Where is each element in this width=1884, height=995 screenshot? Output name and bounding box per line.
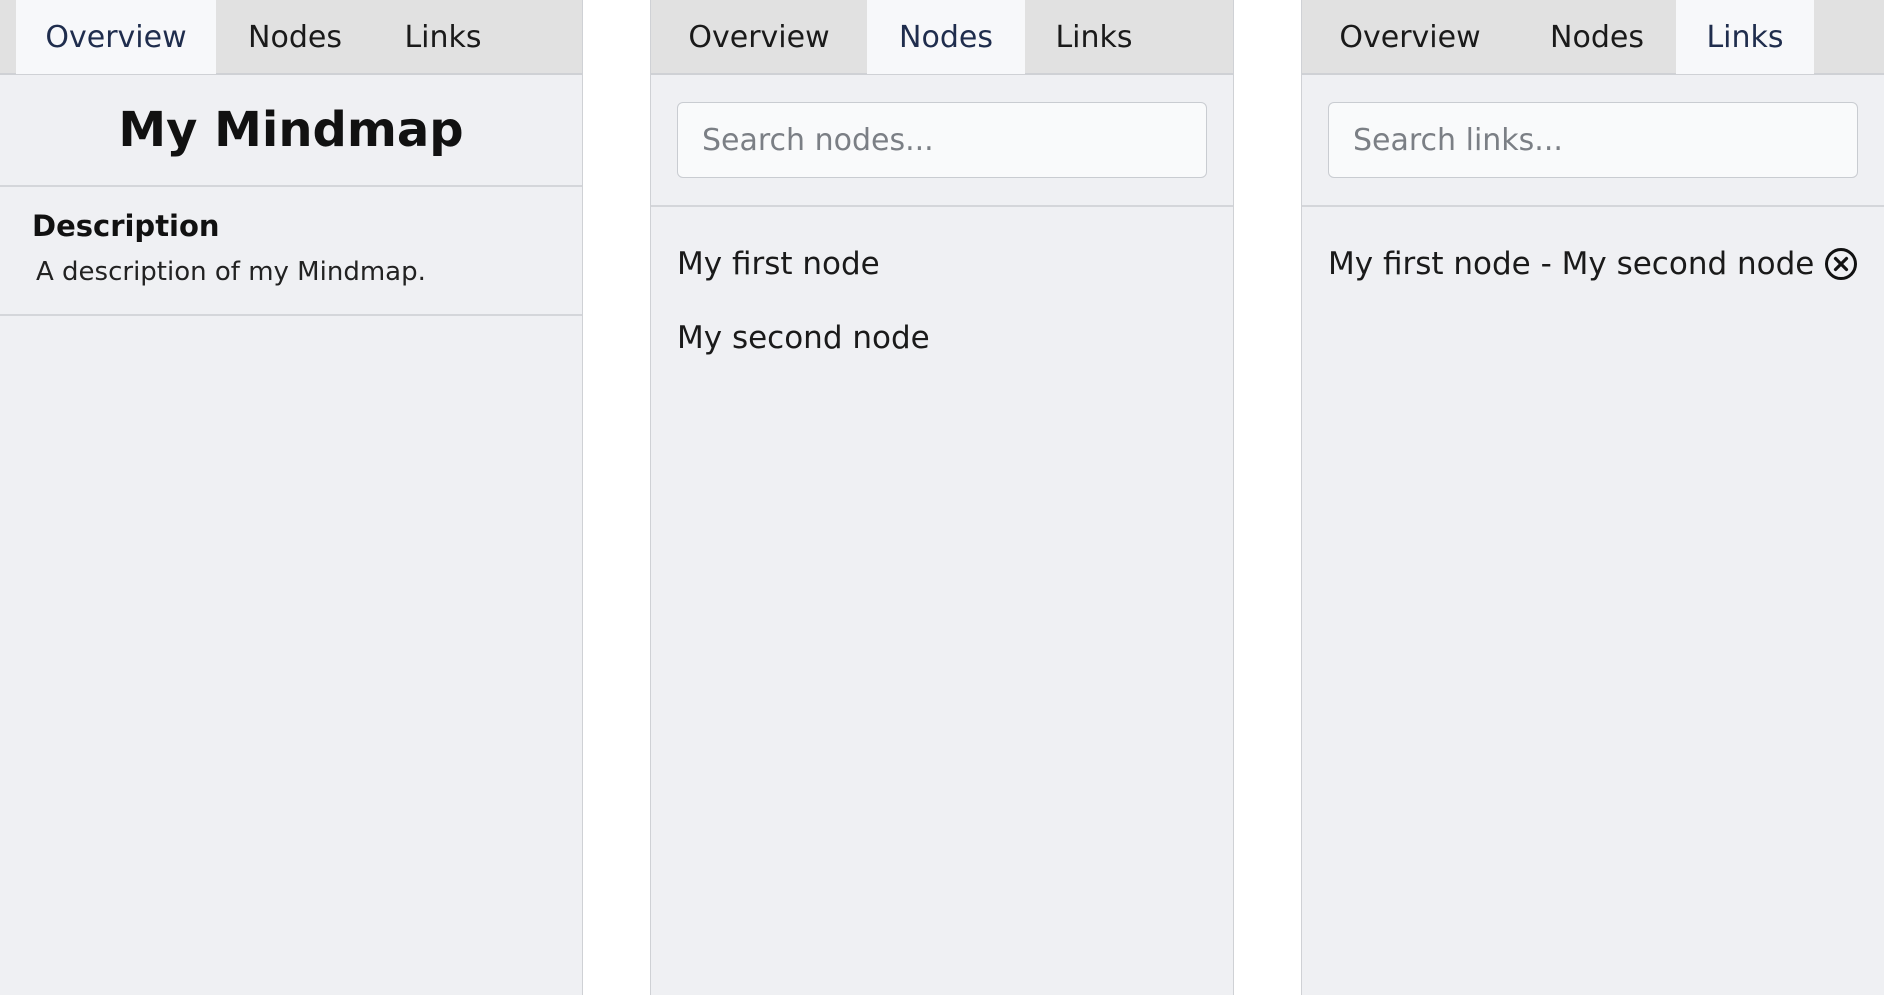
- tab-overview[interactable]: Overview: [1302, 0, 1518, 74]
- tab-overview[interactable]: Overview: [651, 0, 867, 74]
- node-list-item[interactable]: My first node: [651, 227, 1233, 301]
- description-heading: Description: [32, 209, 220, 243]
- description-text: A description of my Mindmap.: [36, 257, 426, 287]
- tab-links[interactable]: Links: [374, 0, 512, 74]
- link-label: My first node - My second node: [1328, 246, 1815, 282]
- link-search-container: [1302, 75, 1884, 207]
- link-list-item[interactable]: My first node - My second node: [1302, 227, 1884, 301]
- tab-nodes[interactable]: Nodes: [1518, 0, 1676, 74]
- overview-panel: Overview Nodes Links My Mindmap Descript…: [0, 0, 583, 995]
- link-search-input[interactable]: [1328, 102, 1858, 178]
- close-circle-icon[interactable]: [1822, 245, 1860, 283]
- tab-bar: Overview Nodes Links: [0, 0, 582, 75]
- tab-links[interactable]: Links: [1025, 0, 1163, 74]
- nodes-panel: Overview Nodes Links My first node My se…: [650, 0, 1234, 995]
- link-list: My first node - My second node: [1302, 207, 1884, 301]
- links-panel: Overview Nodes Links My first node - My …: [1301, 0, 1884, 995]
- tab-overview[interactable]: Overview: [16, 0, 216, 74]
- tab-links[interactable]: Links: [1676, 0, 1814, 74]
- node-search-container: [651, 75, 1233, 207]
- tab-bar: Overview Nodes Links: [651, 0, 1233, 75]
- description-section: Description A description of my Mindmap.: [0, 187, 582, 316]
- node-list: My first node My second node: [651, 207, 1233, 375]
- mindmap-title: My Mindmap: [0, 75, 582, 187]
- tab-nodes[interactable]: Nodes: [867, 0, 1025, 74]
- node-search-input[interactable]: [677, 102, 1207, 178]
- tab-nodes[interactable]: Nodes: [216, 0, 374, 74]
- tab-bar: Overview Nodes Links: [1302, 0, 1884, 75]
- node-list-item[interactable]: My second node: [651, 301, 1233, 375]
